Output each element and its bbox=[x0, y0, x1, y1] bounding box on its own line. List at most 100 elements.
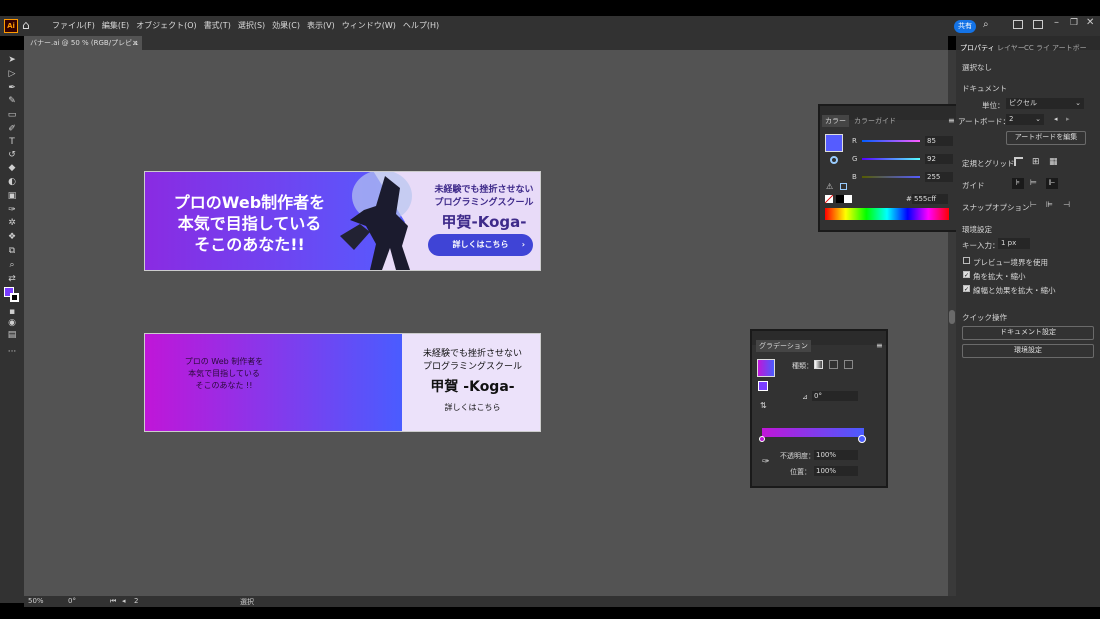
color-mode-icons[interactable]: ▪ bbox=[6, 307, 18, 318]
previous-artboard-nav-icon[interactable]: ◂ bbox=[122, 597, 126, 605]
arrange-documents-icon[interactable] bbox=[1013, 20, 1023, 29]
snap-to-pixel-icon[interactable]: ⊫ bbox=[1046, 200, 1053, 209]
paintbrush-tool-icon[interactable]: ✐ bbox=[6, 124, 18, 135]
color-spectrum[interactable] bbox=[825, 208, 949, 220]
preferences-button[interactable]: 環境設定 bbox=[962, 344, 1094, 358]
out-of-gamut-warning-icon[interactable]: ⚠ bbox=[826, 182, 833, 191]
location-input[interactable]: 100% bbox=[814, 466, 858, 476]
stroke-color-swatch[interactable] bbox=[830, 156, 838, 164]
artboard-dropdown[interactable]: 2 ⌄ bbox=[1006, 114, 1044, 125]
blend-tool-icon[interactable]: ✲ bbox=[6, 218, 18, 229]
opacity-input[interactable]: 100% bbox=[814, 450, 858, 460]
previous-artboard-icon[interactable]: ◂ bbox=[1054, 115, 1058, 123]
r-slider[interactable] bbox=[862, 140, 920, 142]
b-slider[interactable] bbox=[862, 176, 920, 178]
gradient-slider[interactable] bbox=[762, 428, 864, 437]
artboard-banner-2[interactable]: プロの Web 制作者を 本気で目指している そこのあなた !! 未経験でも挫折… bbox=[144, 333, 541, 432]
rectangle-tool-icon[interactable]: ▭ bbox=[6, 110, 18, 121]
type-tool-icon[interactable]: T bbox=[6, 137, 18, 148]
fill-color-swatch[interactable] bbox=[825, 134, 843, 152]
artboard-banner-1[interactable]: プロのWeb制作者を 本気で目指している そこのあなた!! 未経験でも挫折させな… bbox=[144, 171, 541, 271]
menu-object[interactable]: オブジェクト(O) bbox=[136, 20, 197, 31]
menu-view[interactable]: 表示(V) bbox=[307, 20, 335, 31]
rotate-tool-icon[interactable]: ↺ bbox=[6, 150, 18, 161]
b-value[interactable]: 255 bbox=[925, 172, 953, 182]
symbol-sprayer-tool-icon[interactable]: ❖ bbox=[6, 232, 18, 243]
reverse-gradient-icon[interactable]: ⇅ bbox=[760, 401, 767, 410]
preview-bounds-checkbox[interactable] bbox=[963, 257, 970, 264]
menu-select[interactable]: 選択(S) bbox=[238, 20, 265, 31]
unit-dropdown[interactable]: ピクセル ⌄ bbox=[1006, 98, 1084, 109]
ruler-icon[interactable] bbox=[1014, 157, 1023, 166]
eyedropper-tool-icon[interactable]: ✑ bbox=[6, 205, 18, 216]
g-slider[interactable] bbox=[862, 158, 920, 160]
rotation-value[interactable]: 0° bbox=[68, 597, 76, 605]
menu-help[interactable]: ヘルプ(H) bbox=[403, 20, 439, 31]
curvature-tool-icon[interactable]: ✎ bbox=[6, 96, 18, 107]
menu-window[interactable]: ウィンドウ(W) bbox=[342, 20, 396, 31]
tab-layers[interactable]: レイヤー bbox=[997, 43, 1025, 53]
smart-guides-icon[interactable]: ⊩ bbox=[1046, 178, 1058, 189]
snap-to-glyph-icon[interactable]: ⊣ bbox=[1063, 200, 1070, 209]
zoom-tool-icon[interactable]: ⌕ bbox=[6, 260, 18, 271]
key-increment-input[interactable]: 1 px bbox=[998, 238, 1030, 249]
home-icon[interactable]: ⌂ bbox=[22, 18, 36, 32]
more-tools-icon[interactable]: ··· bbox=[6, 347, 18, 358]
hex-value-input[interactable]: 555cff bbox=[912, 194, 948, 204]
pen-tool-icon[interactable]: ✒ bbox=[6, 83, 18, 94]
menu-type[interactable]: 書式(T) bbox=[204, 20, 231, 31]
snap-to-point-icon[interactable]: ⊢ bbox=[1030, 200, 1037, 209]
artboard-tool-icon[interactable]: ⧉ bbox=[6, 246, 18, 257]
shape-builder-tool-icon[interactable]: ◐ bbox=[6, 177, 18, 188]
radial-gradient-icon[interactable] bbox=[829, 360, 838, 369]
show-guides-icon[interactable]: ⊧ bbox=[1012, 178, 1024, 189]
first-artboard-icon[interactable]: ⏮ bbox=[110, 597, 116, 606]
gradient-tool-icon[interactable]: ▣ bbox=[6, 191, 18, 202]
gradient-stop-start[interactable] bbox=[759, 436, 765, 442]
scale-strokes-checkbox[interactable]: ✓ bbox=[963, 285, 970, 293]
artboard-number[interactable]: 2 bbox=[134, 597, 138, 605]
web-safe-icon[interactable] bbox=[840, 183, 847, 190]
panel-menu-icon[interactable]: ≡ bbox=[876, 341, 883, 350]
edit-artboards-button[interactable]: アートボードを編集 bbox=[1006, 131, 1086, 145]
minimize-icon[interactable]: – bbox=[1054, 17, 1059, 28]
next-artboard-icon[interactable]: ▸ bbox=[1066, 115, 1070, 123]
search-icon[interactable]: ⌕ bbox=[983, 19, 989, 30]
scrollbar-thumb[interactable] bbox=[949, 310, 955, 324]
black-swatch[interactable] bbox=[836, 195, 844, 203]
tab-color[interactable]: カラー bbox=[822, 115, 849, 127]
linear-gradient-icon[interactable] bbox=[814, 360, 823, 369]
tab-gradient[interactable]: グラデーション bbox=[756, 340, 811, 352]
white-swatch[interactable] bbox=[844, 195, 852, 203]
screen-mode-icon[interactable]: ▤ bbox=[6, 330, 18, 341]
angle-input[interactable]: 0° bbox=[812, 391, 858, 401]
stroke-swatch[interactable] bbox=[10, 293, 19, 302]
tab-artboards[interactable]: アートボー bbox=[1052, 43, 1087, 53]
tab-properties[interactable]: プロパティ bbox=[960, 43, 995, 53]
panel-menu-icon[interactable]: ≡ bbox=[948, 116, 955, 125]
r-value[interactable]: 85 bbox=[925, 136, 953, 146]
none-color-icon[interactable] bbox=[825, 195, 833, 203]
gradient-thumbnail[interactable] bbox=[757, 359, 775, 377]
selection-tool-icon[interactable]: ➤ bbox=[6, 55, 18, 66]
share-button[interactable]: 共有 bbox=[954, 20, 976, 33]
gradient-fill-swatch[interactable] bbox=[758, 381, 768, 391]
g-value[interactable]: 92 bbox=[925, 154, 953, 164]
restore-icon[interactable]: ❐ bbox=[1070, 18, 1078, 28]
close-window-icon[interactable]: ✕ bbox=[1086, 17, 1094, 28]
swap-colors-icon[interactable]: ⇄ bbox=[6, 274, 18, 285]
grid-icon[interactable]: ⊞ bbox=[1032, 157, 1040, 167]
zoom-level[interactable]: 50% bbox=[28, 597, 44, 605]
transparency-grid-icon[interactable]: ▦ bbox=[1049, 157, 1058, 167]
document-setup-button[interactable]: ドキュメント設定 bbox=[962, 326, 1094, 340]
freeform-gradient-icon[interactable] bbox=[844, 360, 853, 369]
gradient-stop-end[interactable] bbox=[858, 435, 866, 443]
close-icon[interactable]: × bbox=[132, 36, 138, 50]
draw-mode-icon[interactable]: ◉ bbox=[6, 318, 18, 329]
lock-guides-icon[interactable]: ⊨ bbox=[1030, 178, 1037, 187]
canvas[interactable] bbox=[24, 50, 948, 596]
menu-effect[interactable]: 効果(C) bbox=[272, 20, 300, 31]
tab-color-guide[interactable]: カラーガイド bbox=[854, 115, 896, 127]
eraser-tool-icon[interactable]: ◆ bbox=[6, 163, 18, 174]
direct-selection-tool-icon[interactable]: ▷ bbox=[6, 69, 18, 80]
